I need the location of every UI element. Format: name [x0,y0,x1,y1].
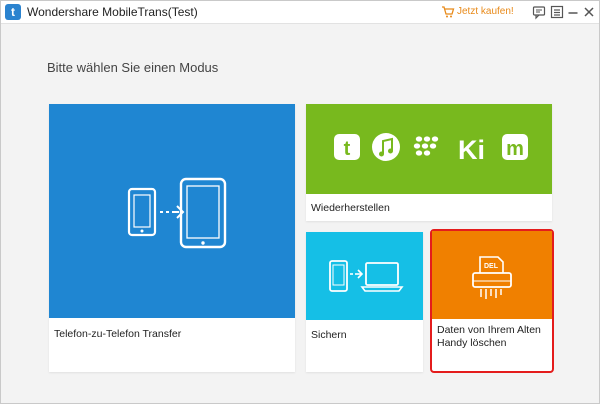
restore-banner: t Ki m [306,104,552,194]
page-title: Bitte wählen Sie einen Modus [47,60,219,75]
cart-icon[interactable] [441,5,455,19]
ki-brand-icon: Ki [458,135,485,165]
buy-now-link[interactable]: Jetzt kaufen! [457,6,514,17]
title-bar: t Wondershare MobileTrans(Test) Jetzt ka… [1,1,599,24]
minimize-icon[interactable] [565,4,581,20]
erase-banner: DEL [432,231,552,319]
mode-selection-panel: Bitte wählen Sie einen Modus Telefon-zu-… [2,24,599,402]
window-title: Wondershare MobileTrans(Test) [27,5,198,19]
phone-transfer-label: Telefon-zu-Telefon Transfer [54,328,182,340]
restore-label: Wiederherstellen [311,202,390,214]
phone-transfer-banner [49,104,295,318]
backup-label: Sichern [311,329,347,341]
phone-transfer-tile[interactable]: Telefon-zu-Telefon Transfer [49,104,295,372]
erase-old-phone-tile[interactable]: DEL Daten von Ihrem Alten Handy löschen [430,229,554,373]
feedback-icon[interactable] [531,4,547,20]
svg-text:t: t [344,138,351,160]
restore-icons: t Ki m [334,133,528,165]
erase-label: Daten von Ihrem Alten Handy löschen [437,324,541,349]
restore-tile[interactable]: t Ki m Wiederherstellen [306,104,552,221]
music-icon [372,133,400,161]
svg-text:DEL: DEL [484,263,499,270]
t-brand-icon: t [334,134,360,160]
close-icon[interactable] [581,4,597,20]
shredder-icon: DEL [472,256,512,299]
m-brand-icon: m [502,134,528,160]
app-window: t Wondershare MobileTrans(Test) Jetzt ka… [0,0,600,404]
svg-text:Ki: Ki [458,135,485,165]
backup-banner [306,232,423,320]
backup-icon [329,260,404,292]
app-logo-icon: t [5,4,21,20]
svg-text:m: m [506,138,524,160]
menu-icon[interactable] [549,4,565,20]
backup-tile[interactable]: Sichern [306,232,423,372]
blackberry-icon [413,136,439,156]
phone-transfer-icon [127,177,227,249]
